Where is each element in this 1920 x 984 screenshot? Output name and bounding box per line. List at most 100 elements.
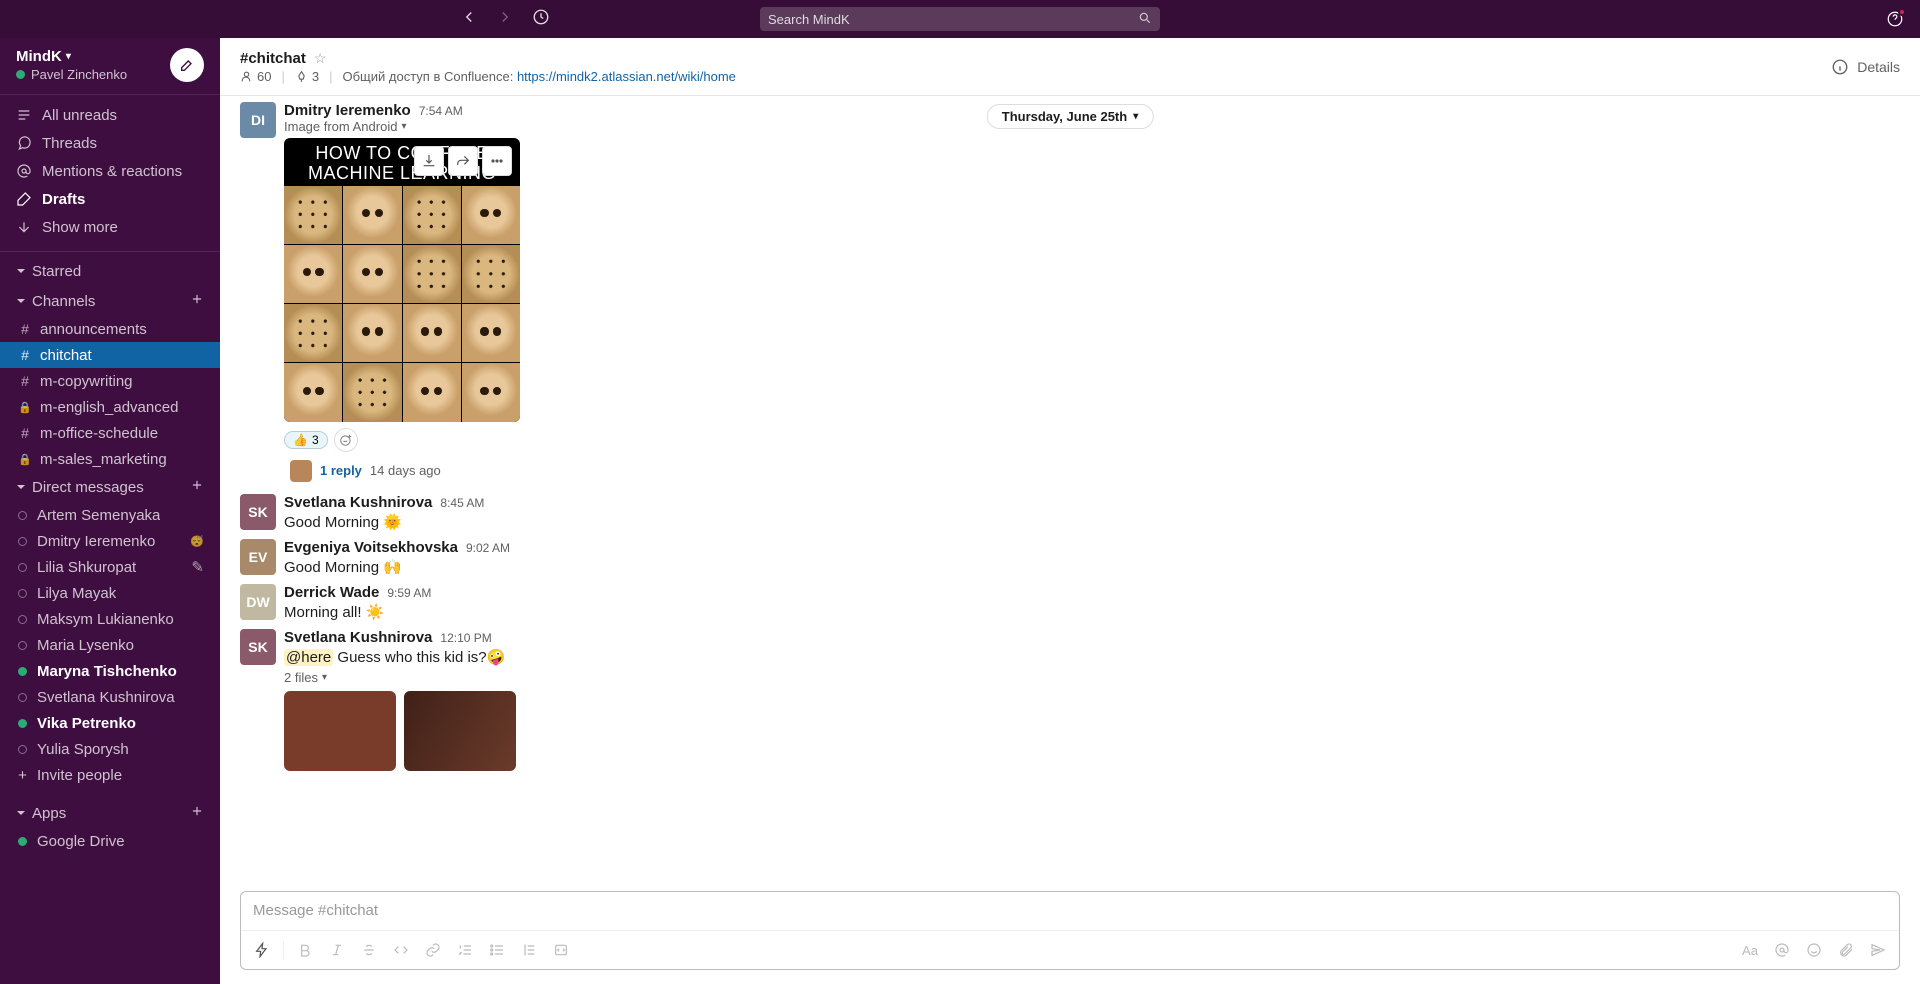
presence-away-icon	[18, 615, 27, 624]
help-button[interactable]	[1886, 10, 1904, 28]
strike-button[interactable]	[354, 935, 384, 965]
workspace-header[interactable]: MindK▾ Pavel Zinchenko	[0, 38, 220, 95]
presence-active-icon	[16, 70, 25, 79]
dm-item[interactable]: Maria Lysenko	[0, 632, 220, 658]
message: DW Derrick Wade9:59 AM Morning all! ☀️	[220, 578, 1920, 623]
avatar[interactable]: SK	[240, 494, 276, 530]
dm-item[interactable]: Artem Semenyaka	[0, 502, 220, 528]
image-attachment[interactable]	[284, 691, 396, 771]
message-author[interactable]: Derrick Wade	[284, 584, 379, 601]
image-attachment[interactable]: HOW TO CONFUSEMACHINE LEARNING	[284, 138, 520, 422]
nav-show-more[interactable]: Show more	[0, 213, 220, 241]
message-author[interactable]: Evgeniya Voitsekhovska	[284, 539, 458, 556]
notification-dot	[1898, 8, 1906, 16]
files-label[interactable]: 2 files▾	[284, 670, 1900, 685]
dm-name: Lilia Shkuropat	[37, 559, 136, 576]
details-button[interactable]: Details	[1831, 58, 1900, 76]
message-time: 8:45 AM	[440, 496, 484, 510]
mention[interactable]: @here	[284, 649, 333, 666]
channel-item[interactable]: 🔒m-sales_marketing	[0, 446, 220, 472]
bullet-list-button[interactable]	[482, 935, 512, 965]
date-divider[interactable]: Thursday, June 25th▾	[987, 104, 1154, 129]
link-button[interactable]	[418, 935, 448, 965]
code-button[interactable]	[386, 935, 416, 965]
add-reaction-button[interactable]	[334, 428, 358, 452]
channel-name: chitchat	[40, 347, 92, 364]
dm-item[interactable]: Yulia Sporysh	[0, 736, 220, 762]
dm-item[interactable]: Lilia Shkuropat✎	[0, 554, 220, 580]
presence-away-icon	[18, 563, 27, 572]
download-icon[interactable]	[414, 146, 444, 176]
channel-item[interactable]: #chitchat	[0, 342, 220, 368]
shortcuts-button[interactable]	[247, 935, 277, 965]
send-button[interactable]	[1863, 935, 1893, 965]
ordered-list-button[interactable]	[450, 935, 480, 965]
more-icon[interactable]	[482, 146, 512, 176]
forward-button[interactable]	[496, 8, 514, 31]
channel-item[interactable]: 🔒m-english_advanced	[0, 394, 220, 420]
avatar[interactable]: DW	[240, 584, 276, 620]
nav-all-unreads[interactable]: All unreads	[0, 101, 220, 129]
share-icon[interactable]	[448, 146, 478, 176]
add-dm-button[interactable]	[190, 478, 204, 496]
dm-name: Yulia Sporysh	[37, 741, 129, 758]
dm-item[interactable]: Maksym Lukianenko	[0, 606, 220, 632]
dm-item[interactable]: Lilya Mayak	[0, 580, 220, 606]
nav-mentions[interactable]: Mentions & reactions	[0, 157, 220, 185]
image-attachment[interactable]	[404, 691, 516, 771]
member-count[interactable]: 60	[240, 69, 271, 84]
avatar[interactable]: EV	[240, 539, 276, 575]
dm-item[interactable]: Vika Petrenko	[0, 710, 220, 736]
quote-button[interactable]	[514, 935, 544, 965]
thread-reply[interactable]: 1 reply 14 days ago	[284, 456, 1900, 486]
message-input[interactable]: Message #chitchat	[241, 892, 1899, 930]
search-input[interactable]: Search MindK	[760, 7, 1160, 31]
compose-button[interactable]	[170, 48, 204, 82]
message-author[interactable]: Svetlana Kushnirova	[284, 629, 432, 646]
back-button[interactable]	[460, 8, 478, 31]
history-nav	[460, 8, 550, 31]
nav-threads[interactable]: Threads	[0, 129, 220, 157]
presence-away-icon	[18, 641, 27, 650]
message-text: @here Guess who this kid is?🤪	[284, 648, 1900, 666]
invite-people[interactable]: +Invite people	[0, 762, 220, 788]
add-channel-button[interactable]	[190, 292, 204, 310]
channel-item[interactable]: #m-office-schedule	[0, 420, 220, 446]
message-list[interactable]: Thursday, June 25th▾ DI Dmitry Ieremenko…	[220, 96, 1920, 891]
dm-name: Lilya Mayak	[37, 585, 116, 602]
channel-item[interactable]: #m-copywriting	[0, 368, 220, 394]
pin-count[interactable]: 3	[295, 69, 319, 84]
channel-item[interactable]: #announcements	[0, 316, 220, 342]
dm-item[interactable]: Dmitry Ieremenko😴	[0, 528, 220, 554]
message-author[interactable]: Dmitry Ieremenko	[284, 102, 411, 119]
dm-item[interactable]: Svetlana Kushnirova	[0, 684, 220, 710]
reaction[interactable]: 👍3	[284, 431, 328, 449]
nav-drafts[interactable]: Drafts	[0, 185, 220, 213]
dm-item[interactable]: Maryna Tishchenko	[0, 658, 220, 684]
avatar[interactable]: DI	[240, 102, 276, 138]
section-apps[interactable]: Apps	[0, 798, 220, 828]
codeblock-button[interactable]	[546, 935, 576, 965]
emoji-button[interactable]	[1799, 935, 1829, 965]
channel-title[interactable]: #chitchat	[240, 50, 306, 67]
dm-name: Maksym Lukianenko	[37, 611, 174, 628]
mention-button[interactable]	[1767, 935, 1797, 965]
history-button[interactable]	[532, 8, 550, 31]
bold-button[interactable]	[290, 935, 320, 965]
app-item[interactable]: Google Drive	[0, 828, 220, 854]
hash-icon: #	[18, 425, 32, 441]
channel-topic[interactable]: Общий доступ в Confluence: https://mindk…	[342, 69, 735, 84]
add-app-button[interactable]	[190, 804, 204, 822]
lock-icon: 🔒	[18, 401, 32, 414]
section-channels[interactable]: Channels	[0, 286, 220, 316]
section-starred[interactable]: Starred	[0, 256, 220, 286]
avatar[interactable]: SK	[240, 629, 276, 665]
attach-button[interactable]	[1831, 935, 1861, 965]
section-dms[interactable]: Direct messages	[0, 472, 220, 502]
italic-button[interactable]	[322, 935, 352, 965]
message-text: Good Morning 🙌	[284, 558, 1900, 576]
channel-name: m-sales_marketing	[40, 451, 167, 468]
format-toggle[interactable]: Aa	[1735, 935, 1765, 965]
star-icon[interactable]: ☆	[314, 50, 327, 67]
message-author[interactable]: Svetlana Kushnirova	[284, 494, 432, 511]
